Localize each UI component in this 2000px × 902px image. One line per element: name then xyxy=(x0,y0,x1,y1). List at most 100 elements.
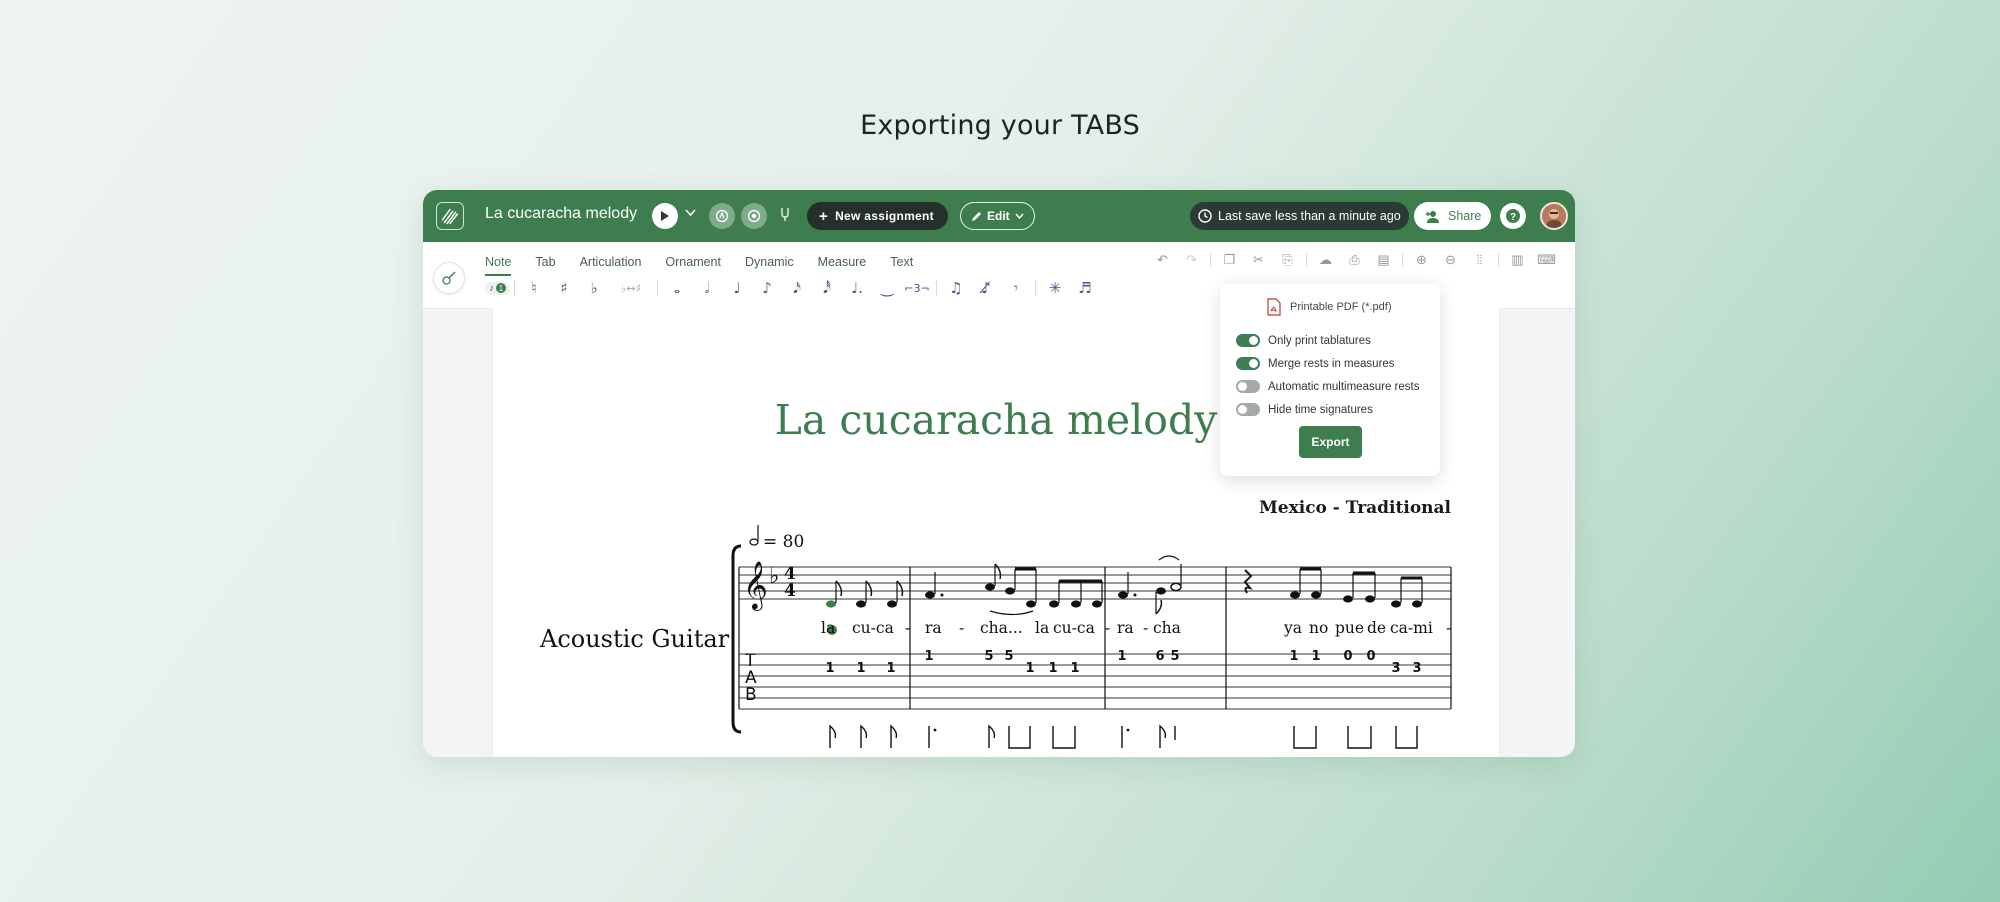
new-assignment-button[interactable]: + New assignment xyxy=(807,202,948,230)
tab-dynamic[interactable]: Dynamic xyxy=(733,252,806,274)
export-menu: Printable PDF (*.pdf) Only print tablatu… xyxy=(1220,284,1440,476)
document-title[interactable]: La cucaracha melody xyxy=(485,205,637,223)
tab-note[interactable]: Note xyxy=(485,252,512,276)
whole-note-icon[interactable]: 𝅝 xyxy=(662,279,692,297)
add-user-icon xyxy=(1426,210,1439,223)
tab-articulation[interactable]: Articulation xyxy=(568,252,654,274)
cursor-note-icon[interactable]: ✳ xyxy=(1040,279,1070,297)
svg-text:1: 1 xyxy=(1289,649,1298,664)
svg-text:0: 0 xyxy=(1366,649,1375,664)
redo-icon[interactable]: ↷ xyxy=(1177,252,1206,268)
zoom-in-icon[interactable]: ⊕ xyxy=(1407,252,1436,268)
svg-text:ra: ra xyxy=(925,619,942,637)
divider xyxy=(657,280,658,296)
piano-icon[interactable]: ▥ xyxy=(1503,252,1532,268)
guitar-icon xyxy=(442,271,456,285)
zoom-out-icon[interactable]: ⊖ xyxy=(1436,252,1465,268)
half-note-icon[interactable]: 𝅗𝅥 xyxy=(692,279,722,297)
edit-mode-button[interactable]: Edit xyxy=(960,202,1035,230)
svg-text:cha...: cha... xyxy=(980,619,1023,637)
triplet-icon[interactable]: ⌐3¬ xyxy=(902,282,932,295)
tab-clef: T A B xyxy=(744,651,757,705)
tab-numbers: 1 1 1 1 5 5 1 1 1 1 6 5 1 1 0 0 3 3 xyxy=(825,649,1421,676)
svg-text:1: 1 xyxy=(924,649,933,664)
tab-ornament[interactable]: Ornament xyxy=(653,252,733,274)
svg-text:pue: pue xyxy=(1335,619,1364,637)
divider xyxy=(1498,253,1499,267)
export-format-option[interactable]: Printable PDF (*.pdf) xyxy=(1266,298,1391,316)
beamed-pair-icon[interactable]: ♬ xyxy=(1070,279,1100,297)
print-icon[interactable]: ⎙ xyxy=(1340,252,1369,268)
eighth-note-icon[interactable]: ♪ xyxy=(752,279,782,297)
svg-text:1: 1 xyxy=(856,661,865,676)
svg-text:1: 1 xyxy=(1070,661,1079,676)
speaker-icon[interactable] xyxy=(741,203,767,229)
svg-text:no: no xyxy=(1309,619,1328,637)
svg-text:de: de xyxy=(1367,619,1386,637)
save-status-badge[interactable]: Last save less than a minute ago xyxy=(1190,202,1409,230)
tab-text[interactable]: Text xyxy=(878,252,925,274)
divider xyxy=(514,280,515,296)
divider xyxy=(1035,280,1036,296)
layout-icon[interactable]: ▤ xyxy=(1369,252,1398,268)
tie-icon[interactable]: ‿ xyxy=(872,279,902,297)
option-only-print-tablatures[interactable]: Only print tablatures xyxy=(1236,334,1371,347)
share-button[interactable]: Share xyxy=(1414,202,1492,230)
rest-icon[interactable]: 𝄾 xyxy=(1001,279,1031,297)
svg-text:cu-ca: cu-ca xyxy=(1053,619,1095,637)
right-tools: ↶ ↷ ❐ ✂ ⎘ ☁ ⎙ ▤ ⊕ ⊖ ⦙⦙ ▥ ⌨ xyxy=(1148,252,1561,268)
page-heading: Exporting your TABS xyxy=(860,110,1140,141)
flat-icon[interactable]: ♭ xyxy=(579,279,609,297)
svg-text:ra: ra xyxy=(1117,619,1134,637)
export-button[interactable]: Export xyxy=(1299,426,1362,458)
cloud-download-icon[interactable]: ☁ xyxy=(1311,252,1340,268)
thirty-second-note-icon[interactable]: 𝅘𝅥𝅰 xyxy=(812,279,842,297)
sharp-icon[interactable]: ♯ xyxy=(549,279,579,297)
svg-text:?: ? xyxy=(1510,212,1516,223)
app-logo-icon[interactable] xyxy=(436,202,464,230)
svg-text:3: 3 xyxy=(1391,661,1400,676)
staff-lines xyxy=(739,566,1451,600)
pencil-icon xyxy=(972,211,981,221)
bars-icon[interactable]: ⦙⦙ xyxy=(1465,252,1494,268)
play-icon[interactable] xyxy=(652,203,678,229)
tuning-fork-icon[interactable] xyxy=(778,206,792,225)
lyrics: la cu-ca - ra - cha... la cu-ca - ra - c… xyxy=(821,619,1451,637)
user-avatar[interactable] xyxy=(1540,202,1568,230)
option-multimeasure-rests[interactable]: Automatic multimeasure rests xyxy=(1236,380,1419,393)
copy-icon[interactable]: ❐ xyxy=(1215,252,1244,268)
beam-icon[interactable]: ♫ xyxy=(941,279,971,297)
dotted-note-icon[interactable]: ♩. xyxy=(842,279,872,297)
svg-text:1: 1 xyxy=(1048,661,1057,676)
tab-tab[interactable]: Tab xyxy=(523,252,567,274)
option-label: Hide time signatures xyxy=(1268,403,1373,416)
grace-note-icon[interactable]: ♪̸ xyxy=(971,279,1001,297)
voice-selector[interactable]: ♪ 1 xyxy=(485,281,510,295)
help-button[interactable]: ? xyxy=(1500,203,1526,229)
play-options-chevron-icon[interactable] xyxy=(685,206,696,220)
svg-text:1: 1 xyxy=(825,661,834,676)
natural-icon[interactable]: ♮ xyxy=(519,279,549,297)
svg-text:5: 5 xyxy=(984,649,993,664)
toggle-switch[interactable] xyxy=(1236,334,1260,347)
toggle-switch[interactable] xyxy=(1236,380,1260,393)
undo-icon[interactable]: ↶ xyxy=(1148,252,1177,268)
svg-text:1: 1 xyxy=(1117,649,1126,664)
note-icon: ♪ xyxy=(489,282,494,294)
keyboard-icon[interactable]: ⌨ xyxy=(1532,252,1561,268)
paste-icon[interactable]: ⎘ xyxy=(1273,252,1302,268)
sixteenth-note-icon[interactable]: 𝅘𝅥𝅯 xyxy=(782,279,812,297)
toggle-switch[interactable] xyxy=(1236,403,1260,416)
scissors-icon[interactable]: ✂ xyxy=(1244,252,1273,268)
option-merge-rests[interactable]: Merge rests in measures xyxy=(1236,357,1395,370)
option-hide-time-signatures[interactable]: Hide time signatures xyxy=(1236,403,1373,416)
svg-text:-: - xyxy=(1446,619,1451,637)
divider xyxy=(1210,253,1211,267)
quarter-note-icon[interactable]: ♩ xyxy=(722,279,752,297)
toggle-switch[interactable] xyxy=(1236,357,1260,370)
instrument-guitar-button[interactable] xyxy=(433,262,465,294)
metronome-icon[interactable] xyxy=(709,203,735,229)
tab-measure[interactable]: Measure xyxy=(806,252,879,274)
enharmonic-icon[interactable]: ♭↔♯ xyxy=(609,282,653,295)
svg-text:6: 6 xyxy=(1155,649,1164,664)
